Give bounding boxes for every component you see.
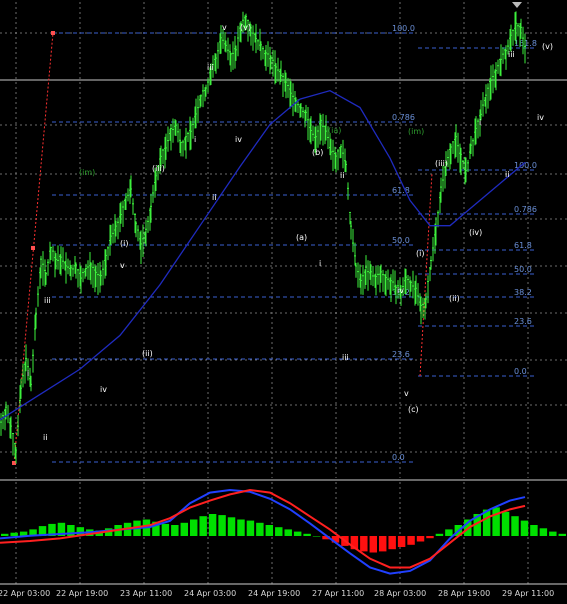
trend-anchor [31,246,35,250]
wave-label: iii [508,50,515,59]
histogram-bar [369,536,377,553]
histogram-bar [530,525,538,536]
histogram-bar [407,536,415,545]
fib-label-right: 38.2 [514,288,532,297]
wave-label: (v) [542,42,553,51]
fib-label-left: 0.786 [392,113,415,122]
histogram-bar [558,533,566,536]
wave-label: (ii) [142,349,153,358]
wave-label-alt: (im) [408,127,424,136]
wave-label: (i) [416,249,424,258]
histogram-bar [180,522,188,536]
wave-label-alt: (im) [79,168,95,177]
histogram-bar [501,511,510,536]
histogram-bar [379,536,387,552]
time-label: 24 Apr 03:00 [184,589,236,598]
time-label: 29 Apr 11:00 [502,589,554,598]
wave-label: iii [207,63,214,72]
histogram-bar [284,529,292,536]
wave-label: ii [340,171,344,180]
histogram-bar [190,519,198,536]
wave-label: iv [537,113,544,122]
trading-chart: 100.00.78661.850.038.223.60.0161.8100.00… [0,0,567,600]
time-label: 27 Apr 11:00 [312,589,364,598]
wave-label: i [27,369,29,378]
wave-label: (v) [240,23,251,32]
chart-canvas: 100.00.78661.850.038.223.60.0161.8100.00… [0,0,567,600]
wave-label: (c) [408,405,419,414]
histogram-bar [246,520,255,536]
histogram-bar [435,533,444,536]
wave-label: v [222,23,227,32]
wave-label: (a) [296,233,307,242]
histogram-bar [256,522,264,536]
histogram-bar [1,533,9,536]
wave-label: i [194,135,196,144]
histogram-bar [303,533,311,536]
histogram-bar [388,536,396,550]
wave-label-alt: (ia) [328,126,341,135]
histogram-bar [312,536,321,537]
wave-label: iii [44,296,51,305]
trend-anchor [12,461,16,465]
time-label: 23 Apr 11:00 [120,589,172,598]
time-label: 28 Apr 19:00 [438,589,490,598]
wave-label: v [120,261,125,270]
histogram-bar [511,516,519,536]
histogram-bar [218,515,226,536]
histogram-bar [208,514,217,536]
time-label: 22 Apr 03:00 [0,589,50,598]
histogram-bar [275,527,283,536]
histogram-bar [426,536,434,539]
histogram-bar [171,525,179,536]
wave-label: i [319,259,321,268]
wave-label: (i) [120,239,128,248]
wave-label: (b) [312,148,323,157]
fib-label-left: 100.0 [392,24,415,33]
time-label: 28 Apr 03:00 [374,589,426,598]
fib-label-right: 23.6 [514,317,532,326]
wave-label: iv [100,385,107,394]
histogram-bar [520,520,529,536]
fib-label-right: 0.786 [514,205,537,214]
histogram-bar [492,507,500,536]
histogram-bar [445,529,453,536]
histogram-bar [265,525,274,536]
fib-label-left: 23.6 [392,350,410,359]
fib-label-left: 50.0 [392,236,410,245]
histogram-bar [237,519,245,536]
time-label: 22 Apr 19:00 [56,589,108,598]
histogram-bar [539,528,548,536]
fib-label-left: 0.0 [392,453,405,462]
histogram-bar [161,523,170,536]
histogram-bar [10,532,18,536]
fib-label-right: 0.0 [514,367,527,376]
wave-label: ii [43,433,47,442]
wave-label: v [404,389,409,398]
trend-anchor [51,31,55,35]
wave-label: ii [505,170,509,179]
wave-label: i [479,118,481,127]
histogram-bar [227,517,236,536]
wave-label: iv [397,286,404,295]
wave-label: ii [212,193,216,202]
histogram-bar [199,516,207,536]
fib-label-right: 50.0 [514,265,532,274]
wave-label: (iii) [152,164,165,173]
fib-label-right: 61.8 [514,241,532,250]
histogram-bar [397,536,406,547]
wave-label: (ii) [449,294,460,303]
wave-label: iv [235,135,242,144]
wave-label: (iii) [435,159,448,168]
histogram-bar [293,531,302,536]
wave-label: (iv) [469,228,482,237]
time-label: 24 Apr 19:00 [248,589,300,598]
histogram-bar [549,531,557,536]
wave-label: iii [342,353,349,362]
histogram-bar [360,536,368,552]
histogram-bar [416,536,425,542]
